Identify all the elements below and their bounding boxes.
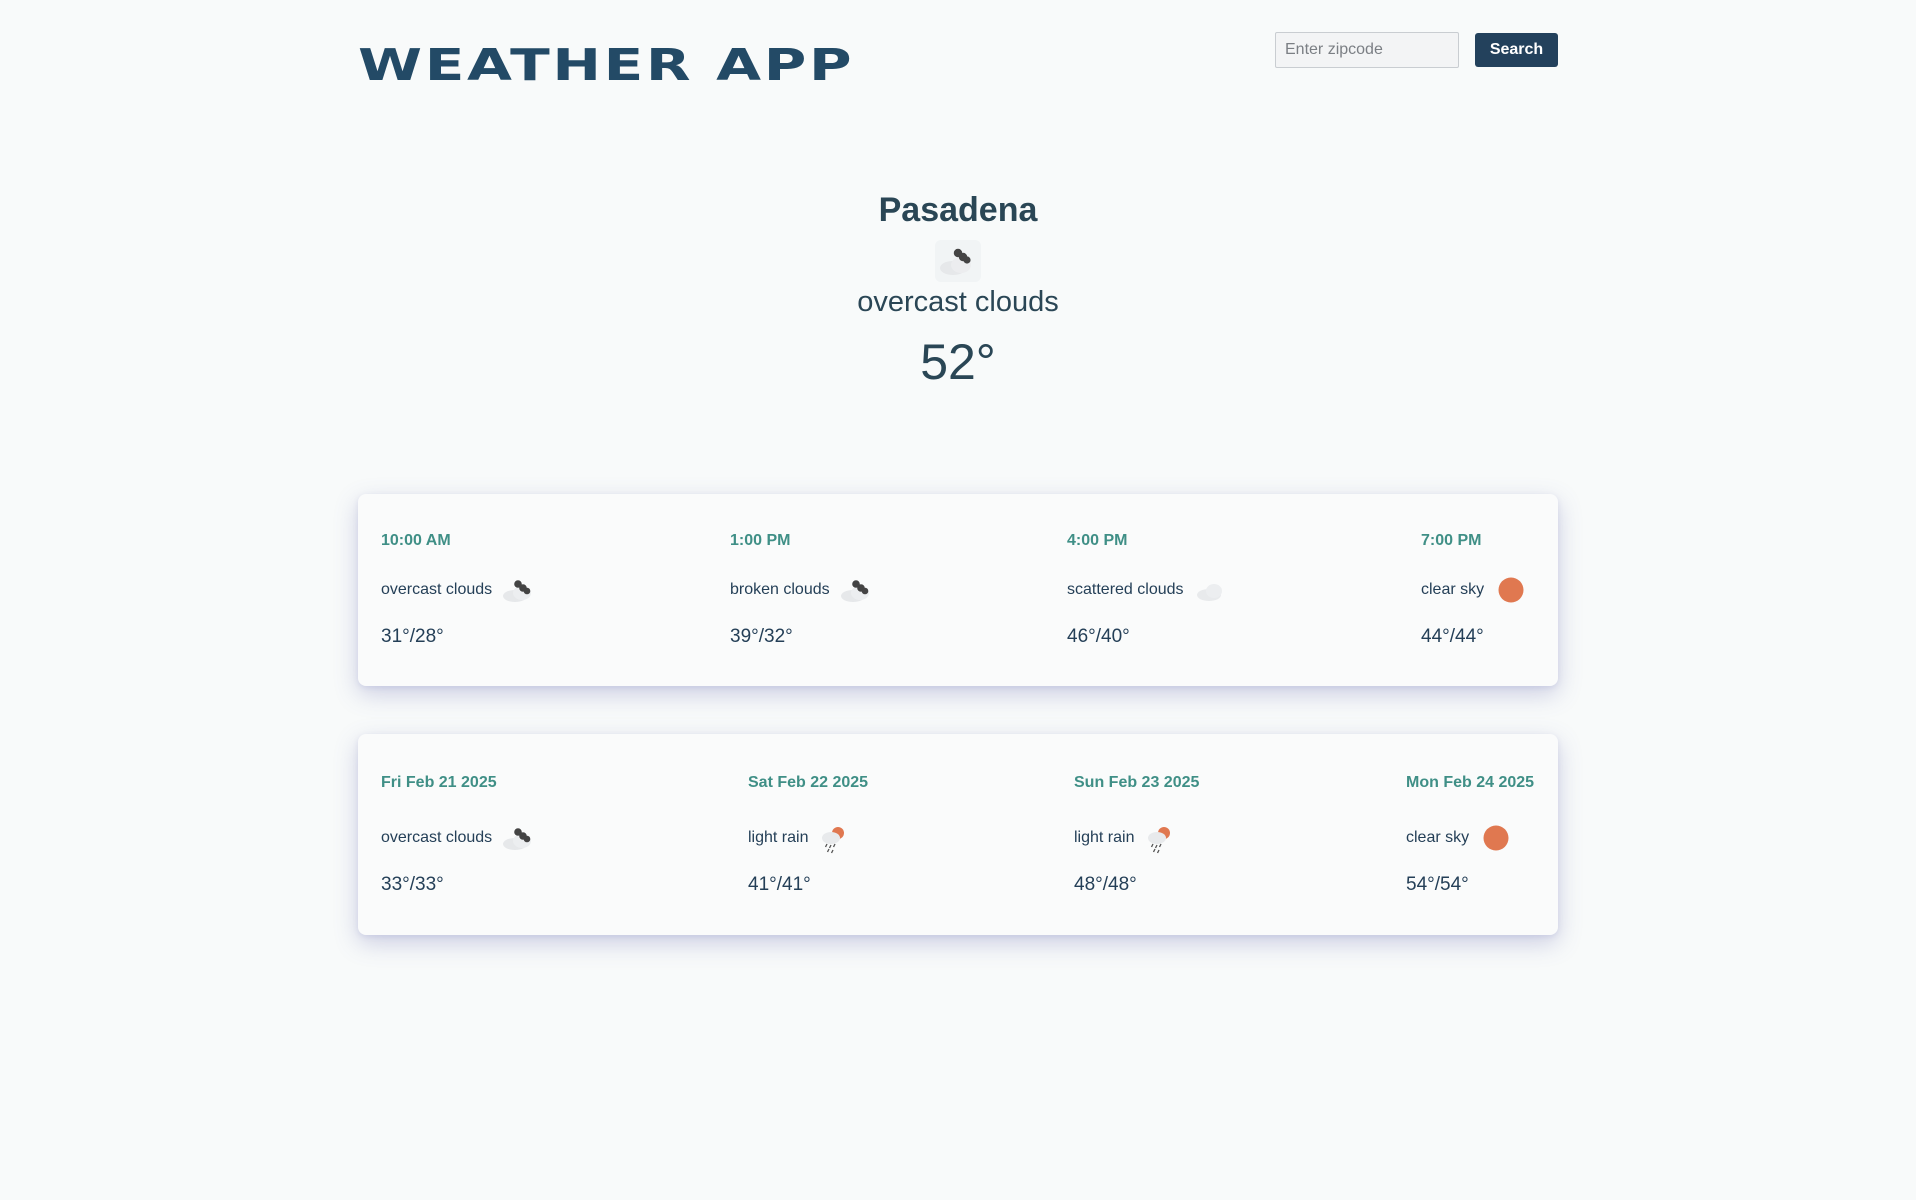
daily-forecast-card: Fri Feb 21 2025 overcast clouds 33°/33° …	[358, 734, 1558, 935]
clear-sky-icon	[1490, 572, 1532, 608]
hourly-temps: 46°/40°	[1067, 626, 1130, 647]
overcast-clouds-icon	[933, 238, 983, 284]
daily-condition: light rain	[748, 820, 856, 856]
daily-description: overcast clouds	[381, 829, 493, 846]
search-button[interactable]: Search	[1475, 33, 1558, 67]
overcast-clouds-icon	[498, 820, 540, 856]
hourly-temps: 31°/28°	[381, 626, 444, 647]
current-weather: Pasadena overcast clouds 52°	[0, 188, 1916, 392]
current-description: overcast clouds	[857, 286, 1059, 318]
daily-date: Fri Feb 21 2025	[381, 774, 497, 791]
hourly-condition: broken clouds	[730, 572, 878, 608]
hourly-time: 7:00 PM	[1421, 532, 1482, 549]
weather-app-page: WEATHER APP Search Pasadena overcast clo…	[0, 0, 1916, 1200]
hourly-temps: 39°/32°	[730, 626, 793, 647]
daily-condition: clear sky	[1406, 820, 1517, 856]
zipcode-input[interactable]	[1275, 32, 1459, 68]
city-name: Pasadena	[878, 191, 1038, 229]
hourly-condition: overcast clouds	[381, 572, 540, 608]
hourly-description: clear sky	[1421, 581, 1485, 598]
scattered-clouds-icon	[1190, 572, 1232, 608]
hourly-description: broken clouds	[730, 581, 830, 598]
overcast-clouds-icon	[498, 572, 540, 608]
broken-clouds-icon	[836, 572, 878, 608]
hourly-time: 1:00 PM	[730, 532, 791, 549]
daily-date: Sat Feb 22 2025	[748, 774, 869, 791]
hourly-description: scattered clouds	[1067, 581, 1184, 598]
hourly-condition: clear sky	[1421, 572, 1532, 608]
daily-description: light rain	[748, 829, 809, 846]
light-rain-icon	[1140, 820, 1182, 856]
daily-condition: overcast clouds	[381, 820, 540, 856]
hourly-time: 10:00 AM	[381, 532, 451, 549]
hourly-forecast-card: 10:00 AM overcast clouds 31°/28° 1:00 PM	[358, 494, 1558, 686]
hourly-temps: 44°/44°	[1421, 626, 1484, 647]
light-rain-icon	[814, 820, 856, 856]
current-temperature: 52°	[920, 334, 996, 390]
hourly-description: overcast clouds	[381, 581, 493, 598]
app-logo: WEATHER APP	[358, 40, 855, 91]
hourly-time: 4:00 PM	[1067, 532, 1128, 549]
daily-description: clear sky	[1406, 829, 1470, 846]
hourly-condition: scattered clouds	[1067, 572, 1232, 608]
daily-date: Mon Feb 24 2025	[1406, 774, 1535, 791]
daily-temps: 41°/41°	[748, 874, 811, 895]
daily-date: Sun Feb 23 2025	[1074, 774, 1200, 791]
daily-temps: 33°/33°	[381, 874, 444, 895]
daily-description: light rain	[1074, 829, 1135, 846]
daily-temps: 54°/54°	[1406, 874, 1469, 895]
clear-sky-icon	[1475, 820, 1517, 856]
daily-temps: 48°/48°	[1074, 874, 1137, 895]
daily-condition: light rain	[1074, 820, 1182, 856]
